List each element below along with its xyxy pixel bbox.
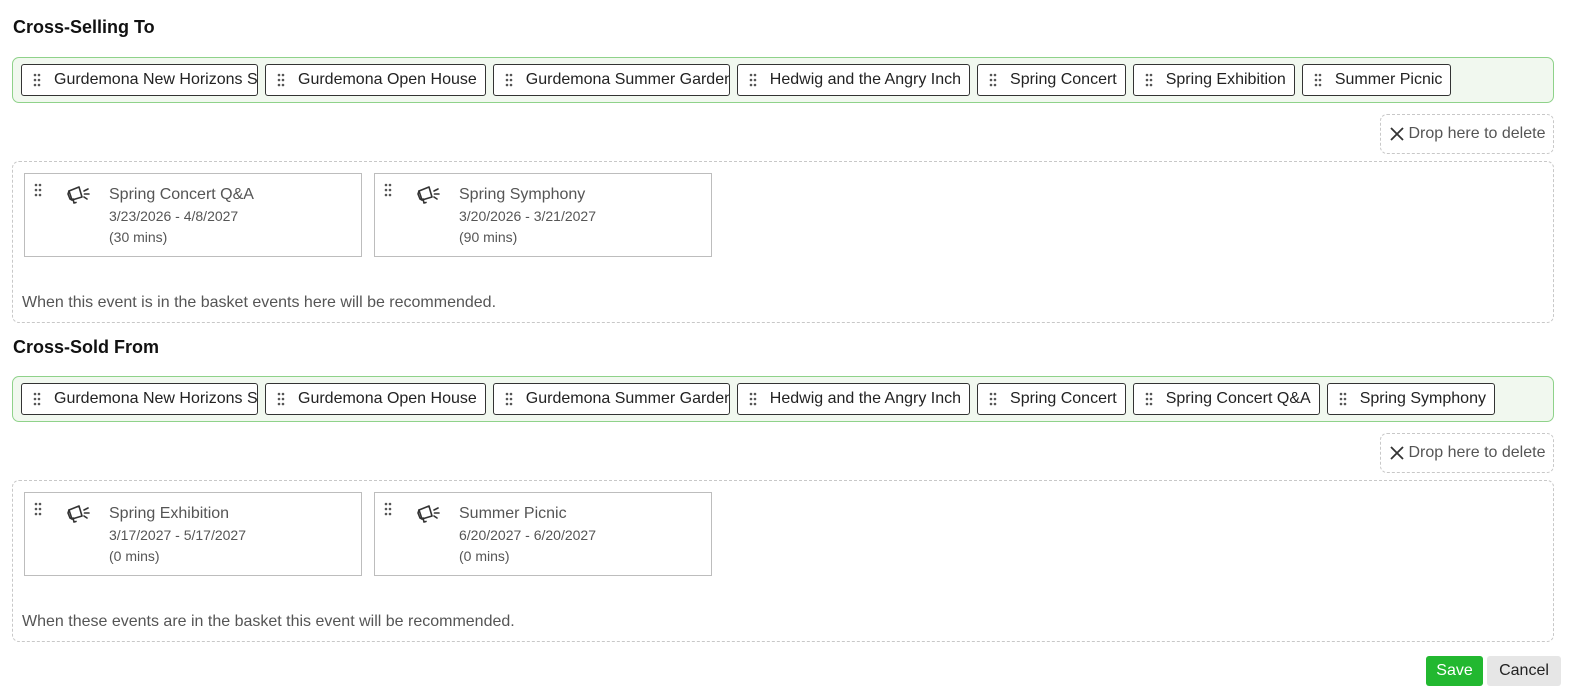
event-card-title: Spring Concert Q&A bbox=[109, 186, 254, 203]
save-button[interactable]: Save bbox=[1426, 656, 1483, 686]
drag-handle-icon bbox=[277, 392, 285, 406]
event-chip[interactable]: Gurdemona Open House bbox=[265, 64, 486, 96]
drag-handle-icon bbox=[749, 73, 757, 87]
event-card-title: Spring Symphony bbox=[459, 186, 586, 203]
close-icon bbox=[1389, 127, 1404, 141]
drag-handle-icon bbox=[33, 73, 41, 87]
event-chip[interactable]: Hedwig and the Angry Inch bbox=[736, 64, 971, 96]
drop-here-to-delete-zone[interactable]: Drop here to delete bbox=[1380, 114, 1554, 154]
event-chip[interactable]: Gurdemona Summer Garden bbox=[492, 64, 730, 96]
megaphone-icon bbox=[67, 186, 90, 204]
drag-handle-icon bbox=[33, 392, 41, 406]
event-chip[interactable]: Spring Symphony bbox=[1326, 383, 1495, 415]
event-chip[interactable]: Spring Concert Q&A bbox=[1132, 383, 1320, 415]
drag-handle-icon bbox=[749, 392, 757, 406]
event-chip-label: Summer Picnic bbox=[1334, 71, 1443, 88]
event-chip[interactable]: Spring Concert bbox=[977, 383, 1126, 415]
cross-sold-from-title: Cross-Sold From bbox=[13, 337, 160, 357]
drag-handle-icon bbox=[989, 392, 997, 406]
event-card-dates: 6/20/2027 - 6/20/2027 bbox=[459, 527, 597, 543]
megaphone-icon bbox=[417, 186, 440, 204]
event-card-dates: 3/20/2026 - 3/21/2027 bbox=[459, 208, 597, 224]
event-chip-label: Spring Concert bbox=[1010, 390, 1117, 407]
event-card[interactable]: Spring Symphony 3/20/2026 - 3/21/2027 (9… bbox=[374, 173, 712, 257]
event-chip[interactable]: Gurdemona Open House bbox=[265, 383, 486, 415]
close-icon bbox=[1389, 446, 1404, 460]
cross-selling-to-title: Cross-Selling To bbox=[13, 17, 155, 37]
event-card[interactable]: Summer Picnic 6/20/2027 - 6/20/2027 (0 m… bbox=[374, 492, 712, 576]
drag-handle-icon bbox=[989, 73, 997, 87]
drop-here-to-delete-label: Drop here to delete bbox=[1408, 444, 1546, 461]
event-card-title: Summer Picnic bbox=[459, 505, 567, 522]
event-chip-label: Hedwig and the Angry Inch bbox=[769, 71, 962, 88]
event-chip[interactable]: Spring Concert bbox=[977, 64, 1126, 96]
event-card[interactable]: Spring Exhibition 3/17/2027 - 5/17/2027 … bbox=[24, 492, 362, 576]
drag-handle-icon bbox=[1314, 73, 1322, 87]
event-card-title: Spring Exhibition bbox=[109, 505, 230, 522]
cross-selling-to-hint: When this event is in the basket events … bbox=[22, 294, 497, 311]
drag-handle-icon bbox=[1145, 73, 1153, 87]
drag-handle-icon bbox=[505, 73, 513, 87]
event-card-duration: (0 mins) bbox=[109, 548, 160, 564]
drag-handle-icon[interactable] bbox=[384, 183, 392, 197]
megaphone-icon bbox=[67, 505, 90, 523]
drag-handle-icon bbox=[1145, 392, 1153, 406]
event-card[interactable]: Spring Concert Q&A 3/23/2026 - 4/8/2027 … bbox=[24, 173, 362, 257]
drag-handle-icon[interactable] bbox=[384, 502, 392, 516]
cross-sold-from-available-tray: Gurdemona New Horizons Show Gurdemona Op… bbox=[12, 376, 1554, 422]
event-chip-label: Spring Concert Q&A bbox=[1165, 390, 1311, 407]
event-chip-label: Gurdemona Summer Garden bbox=[525, 390, 730, 407]
event-card-dates: 3/23/2026 - 4/8/2027 bbox=[109, 208, 239, 224]
cross-sold-from-hint: When these events are in the basket this… bbox=[22, 613, 515, 630]
megaphone-icon bbox=[417, 505, 440, 523]
event-card-duration: (30 mins) bbox=[109, 229, 168, 245]
event-chip-label: Gurdemona New Horizons Show bbox=[54, 390, 258, 407]
event-chip[interactable]: Gurdemona New Horizons Show bbox=[21, 64, 258, 96]
event-chip[interactable]: Gurdemona Summer Garden bbox=[492, 383, 730, 415]
drag-handle-icon[interactable] bbox=[34, 183, 42, 197]
drag-handle-icon bbox=[1339, 392, 1346, 406]
event-card-duration: (90 mins) bbox=[459, 229, 518, 245]
cross-sold-from-drop-zone[interactable]: Spring Exhibition 3/17/2027 - 5/17/2027 … bbox=[12, 480, 1554, 642]
event-card-dates: 3/17/2027 - 5/17/2027 bbox=[109, 527, 247, 543]
event-chip-label: Gurdemona Open House bbox=[298, 390, 477, 407]
event-chip-label: Gurdemona Open House bbox=[298, 71, 477, 88]
drop-here-to-delete-zone[interactable]: Drop here to delete bbox=[1380, 433, 1554, 473]
drag-handle-icon[interactable] bbox=[34, 502, 42, 516]
drag-handle-icon bbox=[277, 73, 285, 87]
event-chip[interactable]: Spring Exhibition bbox=[1132, 64, 1295, 96]
event-chip-label: Spring Symphony bbox=[1359, 390, 1486, 407]
event-chip[interactable]: Hedwig and the Angry Inch bbox=[736, 383, 971, 415]
event-card-duration: (0 mins) bbox=[459, 548, 510, 564]
event-chip-label: Gurdemona New Horizons Show bbox=[54, 71, 258, 88]
cross-selling-to-available-tray: Gurdemona New Horizons Show Gurdemona Op… bbox=[12, 57, 1554, 103]
drop-here-to-delete-label: Drop here to delete bbox=[1408, 125, 1546, 142]
event-chip-label: Hedwig and the Angry Inch bbox=[769, 390, 962, 407]
event-chip-label: Gurdemona Summer Garden bbox=[525, 71, 730, 88]
drag-handle-icon bbox=[505, 392, 513, 406]
event-chip-label: Spring Exhibition bbox=[1165, 71, 1286, 88]
cross-selling-to-drop-zone[interactable]: Spring Concert Q&A 3/23/2026 - 4/8/2027 … bbox=[12, 161, 1554, 323]
event-chip[interactable]: Gurdemona New Horizons Show bbox=[21, 383, 258, 415]
cancel-button[interactable]: Cancel bbox=[1487, 656, 1561, 686]
event-chip-label: Spring Concert bbox=[1010, 71, 1117, 88]
event-chip[interactable]: Summer Picnic bbox=[1301, 64, 1452, 96]
